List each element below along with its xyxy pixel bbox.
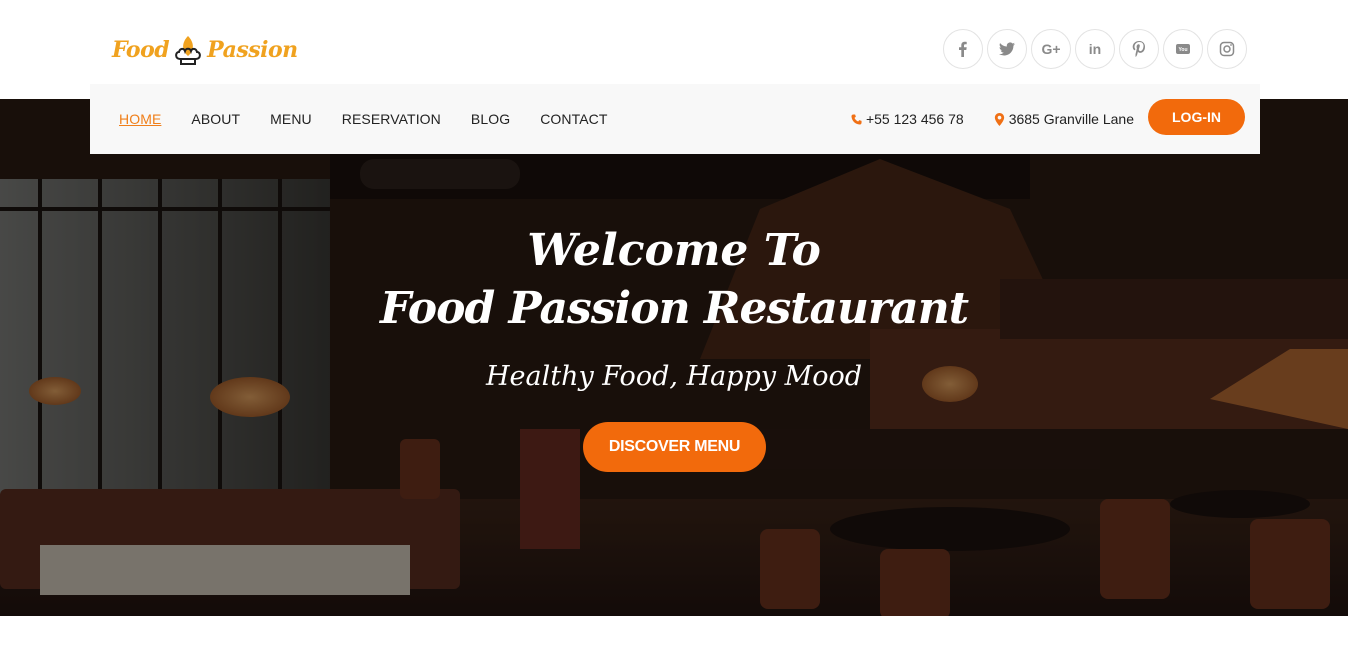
nav-item-blog[interactable]: BLOG <box>471 111 510 127</box>
site-logo[interactable]: Food Passion <box>112 30 298 70</box>
nav-item-menu[interactable]: MENU <box>270 111 312 127</box>
instagram-icon[interactable] <box>1207 29 1247 69</box>
hero-title-line1: Welcome To <box>527 225 821 276</box>
twitter-icon[interactable] <box>987 29 1027 69</box>
nav-item-home[interactable]: HOME <box>119 111 161 127</box>
chef-hat-icon <box>175 36 202 65</box>
logo-text-left: Food <box>112 37 170 63</box>
contact-info: +55 123 456 78 3685 Granville Lane <box>851 84 1134 154</box>
logo-text-right: Passion <box>207 37 298 63</box>
nav-links: HOME ABOUT MENU RESERVATION BLOG CONTACT <box>119 84 608 154</box>
main-navbar: HOME ABOUT MENU RESERVATION BLOG CONTACT… <box>90 84 1260 154</box>
google-plus-icon[interactable]: G+ <box>1031 29 1071 69</box>
nav-item-reservation[interactable]: RESERVATION <box>342 111 441 127</box>
youtube-icon[interactable]: You <box>1163 29 1203 69</box>
svg-text:You: You <box>1178 47 1187 53</box>
phone-number: +55 123 456 78 <box>865 111 964 127</box>
nav-item-about[interactable]: ABOUT <box>191 111 240 127</box>
hero-title-line2: Food Passion Restaurant <box>379 283 969 334</box>
map-marker-icon <box>994 112 1004 126</box>
page: Food Passion G+ in You Welcome To Food P… <box>0 0 1348 652</box>
linkedin-icon[interactable]: in <box>1075 29 1115 69</box>
discover-menu-button[interactable]: DISCOVER MENU <box>583 422 766 472</box>
facebook-icon[interactable] <box>943 29 983 69</box>
social-links: G+ in You <box>943 29 1247 69</box>
address-text: 3685 Granville Lane <box>1008 111 1134 127</box>
pinterest-icon[interactable] <box>1119 29 1159 69</box>
phone-info[interactable]: +55 123 456 78 <box>851 111 964 127</box>
hero-tagline: Healthy Food, Happy Mood <box>485 361 863 392</box>
hero-overlay <box>0 99 1348 616</box>
phone-icon <box>851 113 862 125</box>
login-button[interactable]: LOG-IN <box>1148 99 1245 135</box>
address-info[interactable]: 3685 Granville Lane <box>994 111 1134 127</box>
hero-banner: Welcome To Food Passion Restaurant Healt… <box>0 99 1348 616</box>
nav-item-contact[interactable]: CONTACT <box>540 111 607 127</box>
